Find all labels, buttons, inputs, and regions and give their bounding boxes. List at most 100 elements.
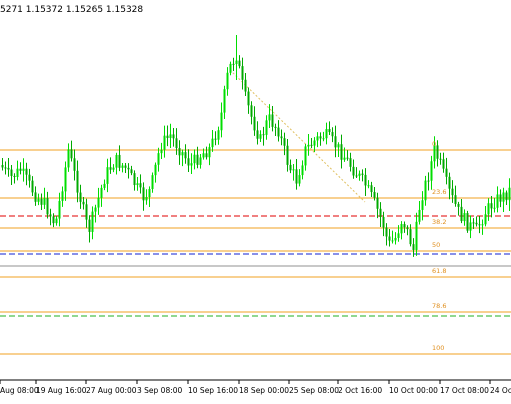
candle-body — [196, 154, 199, 165]
candle-body — [376, 197, 379, 209]
candle-body — [322, 138, 325, 140]
candle-body — [490, 203, 493, 209]
candle-body — [364, 174, 367, 186]
candle-body — [178, 148, 181, 156]
candle-body — [175, 138, 178, 149]
x-axis-label: Aug 08:00 — [0, 386, 39, 395]
candle-body — [16, 168, 19, 178]
candle-body — [13, 175, 16, 178]
candle-body — [133, 173, 136, 186]
x-axis-label: 17 Oct 08:00 — [440, 386, 489, 395]
candle-body — [205, 153, 208, 158]
candle-body — [217, 130, 220, 140]
candle-body — [475, 222, 478, 225]
candle-body — [238, 60, 241, 67]
candle-body — [112, 167, 115, 170]
candle-body — [307, 144, 310, 147]
candle-body — [127, 167, 130, 170]
candle-body — [7, 167, 10, 170]
candle-body — [394, 237, 397, 241]
candle-body — [223, 89, 226, 113]
candle-body — [397, 233, 400, 238]
candle-body — [61, 191, 64, 201]
candle-body — [40, 198, 43, 205]
candle-body — [382, 216, 385, 228]
candle-body — [280, 136, 283, 139]
x-axis-label: 27 Aug 00:00 — [86, 386, 137, 395]
candle-body — [469, 222, 472, 231]
candle-body — [448, 176, 451, 189]
candle-body — [52, 216, 55, 224]
candle-body — [94, 207, 97, 212]
candle-body — [274, 126, 277, 128]
candle-body — [106, 167, 109, 184]
candle-body — [265, 120, 268, 135]
price-chart[interactable]: 0 23.6 38.2 50 61.8 78.6 100 Aug 08:0019 Aug 1… — [0, 0, 511, 400]
candle-body — [424, 180, 427, 201]
candle-body — [325, 129, 328, 139]
candle-body — [283, 138, 286, 146]
candle-body — [49, 214, 52, 217]
candle-body — [406, 227, 409, 230]
candle-body — [148, 189, 151, 198]
candle-body — [142, 187, 145, 201]
candle-body — [211, 138, 214, 148]
candle-body — [19, 168, 22, 171]
candle-body — [76, 170, 79, 193]
candle-body — [85, 204, 88, 220]
candle-body — [160, 149, 163, 154]
candle-body — [67, 149, 70, 168]
candle-body — [82, 201, 85, 205]
candle-body — [31, 180, 34, 193]
chart-window[interactable]: 5271 1.15372 1.15265 1.15328 0 23.6 38.2 50… — [0, 0, 511, 400]
fib-level-label: 38.2 — [432, 218, 446, 226]
candle-body — [343, 157, 346, 160]
x-axis-label: 18 Sep 00:00 — [239, 386, 289, 395]
candle-body — [91, 211, 94, 232]
candle-body — [391, 240, 394, 242]
candle-body — [121, 165, 124, 168]
fib-level-label: 100 — [432, 344, 444, 352]
candle-body — [262, 134, 265, 136]
candle-body — [328, 129, 331, 133]
candle-body — [496, 194, 499, 208]
candle-body — [412, 244, 415, 250]
candle-body — [298, 175, 301, 184]
candle-body — [385, 227, 388, 237]
candle-body — [97, 197, 100, 208]
candle-body — [43, 198, 46, 205]
candle-body — [316, 136, 319, 141]
candle-body — [400, 224, 403, 234]
candle-body — [439, 158, 442, 160]
candle-body — [136, 183, 139, 186]
candle-body — [163, 135, 166, 150]
candle-body — [241, 66, 244, 80]
candle-body — [463, 213, 466, 222]
candle-body — [484, 214, 487, 225]
candle-body — [58, 200, 61, 219]
fib-level-label: 23.6 — [432, 188, 446, 196]
candle-body — [193, 154, 196, 164]
candle-body — [286, 145, 289, 165]
candle-body — [418, 209, 421, 222]
candle-body — [4, 167, 7, 169]
x-axis-label: 19 Aug 16:00 — [36, 386, 87, 395]
candle-body — [460, 206, 463, 222]
candle-body — [130, 169, 133, 174]
candle-body — [73, 158, 76, 171]
candle-body — [220, 112, 223, 131]
candle-body — [346, 157, 349, 159]
candle-body — [268, 114, 271, 121]
candle-body — [139, 183, 142, 188]
candle-body — [259, 134, 262, 139]
candle-body — [481, 224, 484, 226]
candle-body — [1, 165, 4, 168]
candle-body — [25, 168, 28, 175]
candle-body — [313, 140, 316, 146]
candle-body — [199, 157, 202, 165]
candle-body — [118, 154, 121, 168]
candle-body — [277, 127, 280, 137]
candle-body — [55, 218, 58, 224]
candle-body — [256, 130, 259, 139]
candle-body — [472, 222, 475, 224]
